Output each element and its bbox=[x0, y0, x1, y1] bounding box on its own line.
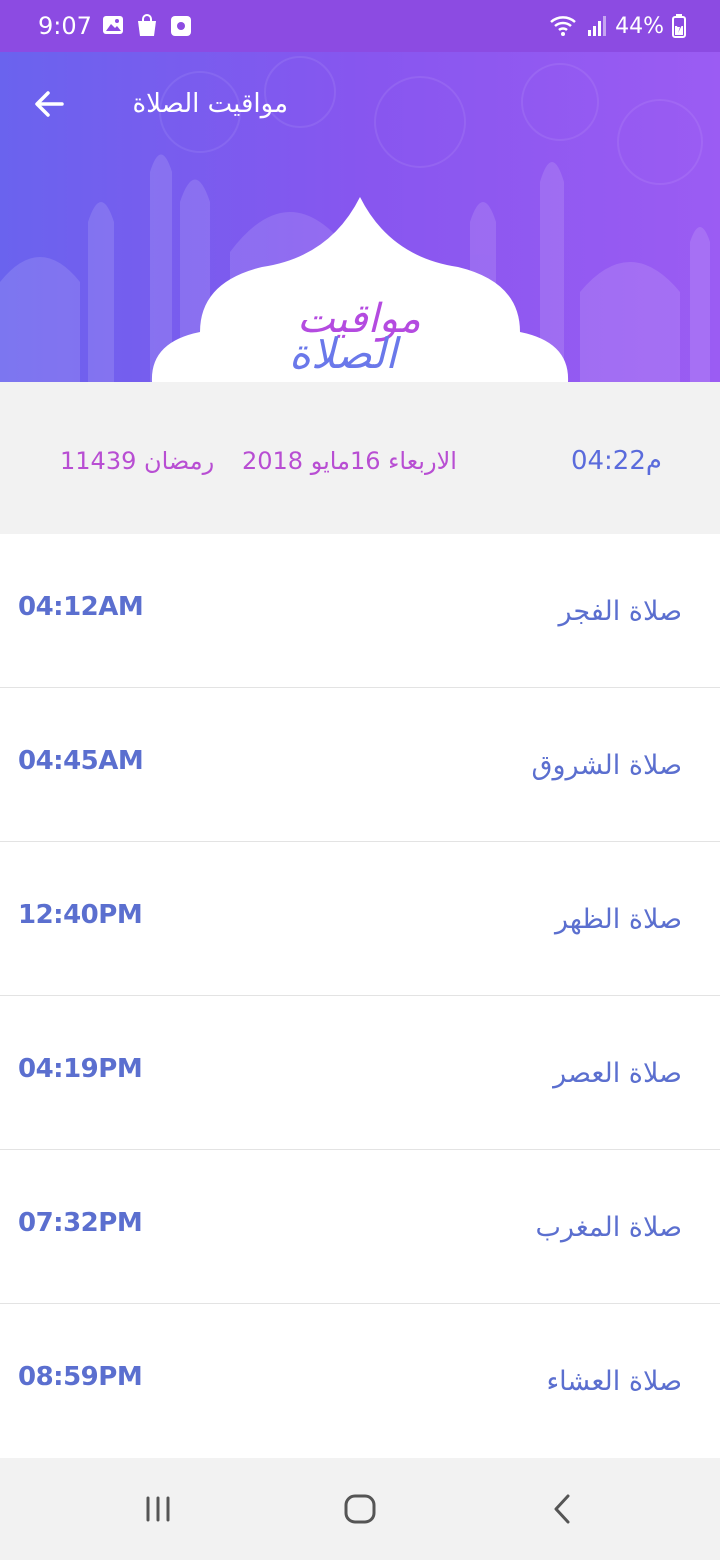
prayer-time: 04:19PM bbox=[18, 1054, 143, 1084]
home-icon bbox=[344, 1494, 376, 1524]
prayer-list: 04:12AM صلاة الفجر 04:45AM صلاة الشروق 1… bbox=[0, 534, 720, 1457]
nav-back-button[interactable] bbox=[532, 1488, 592, 1532]
home-button[interactable] bbox=[330, 1488, 390, 1532]
battery-icon bbox=[672, 14, 686, 38]
logo-text-secondary: الصلاة bbox=[289, 329, 401, 374]
current-time: 04:22م bbox=[570, 446, 662, 476]
prayer-name: صلاة الفجر bbox=[558, 596, 682, 627]
gregorian-date: الاربعاء 16مايو 2018 bbox=[242, 447, 457, 475]
prayer-row-asr[interactable]: 04:19PM صلاة العصر bbox=[0, 996, 720, 1150]
prayer-time: 07:32PM bbox=[18, 1208, 143, 1238]
status-bar: 9:07 44% bbox=[0, 0, 720, 52]
shopping-bag-icon bbox=[138, 14, 156, 36]
back-icon bbox=[554, 1494, 570, 1524]
signal-icon bbox=[588, 16, 607, 36]
prayer-row-maghrib[interactable]: 07:32PM صلاة المغرب bbox=[0, 1150, 720, 1304]
back-button[interactable] bbox=[28, 82, 72, 126]
logo-calligraphy: مواقيت الصلاة bbox=[289, 296, 421, 374]
prayer-time: 08:59PM bbox=[18, 1362, 143, 1392]
prayer-name: صلاة المغرب bbox=[535, 1212, 682, 1243]
prayer-time: 12:40PM bbox=[18, 900, 143, 930]
page-title: مواقيت الصلاة bbox=[132, 89, 288, 119]
prayer-name: صلاة العشاء bbox=[546, 1366, 682, 1397]
prayer-row-sunrise[interactable]: 04:45AM صلاة الشروق bbox=[0, 688, 720, 842]
prayer-name: صلاة العصر bbox=[553, 1058, 682, 1089]
recent-apps-icon bbox=[146, 1496, 170, 1522]
battery-percent: 44% bbox=[615, 13, 664, 39]
prayer-row-fajr[interactable]: 04:12AM صلاة الفجر bbox=[0, 534, 720, 688]
arrow-left-icon bbox=[35, 91, 64, 117]
prayer-row-dhuhr[interactable]: 12:40PM صلاة الظهر bbox=[0, 842, 720, 996]
prayer-time: 04:12AM bbox=[18, 592, 144, 622]
prayer-time: 04:45AM bbox=[18, 746, 144, 776]
status-time: 9:07 bbox=[38, 12, 92, 40]
header-banner: مواقيت الصلاة مواقيت الصلاة bbox=[0, 52, 720, 382]
status-system-icons: 44% bbox=[549, 10, 686, 42]
wifi-icon bbox=[550, 16, 576, 36]
prayer-name: صلاة الظهر bbox=[555, 904, 682, 935]
prayer-name: صلاة الشروق bbox=[531, 750, 682, 781]
date-strip: 1رمضان 1439 الاربعاء 16مايو 2018 04:22م bbox=[0, 382, 720, 534]
gallery-icon bbox=[103, 16, 123, 34]
status-notification-icons bbox=[103, 14, 191, 36]
system-nav-bar bbox=[0, 1458, 720, 1560]
hijri-date: 1رمضان 1439 bbox=[60, 447, 215, 475]
recent-apps-button[interactable] bbox=[128, 1488, 188, 1532]
prayer-row-isha[interactable]: 08:59PM صلاة العشاء bbox=[0, 1304, 720, 1457]
screen-record-icon bbox=[171, 16, 191, 36]
